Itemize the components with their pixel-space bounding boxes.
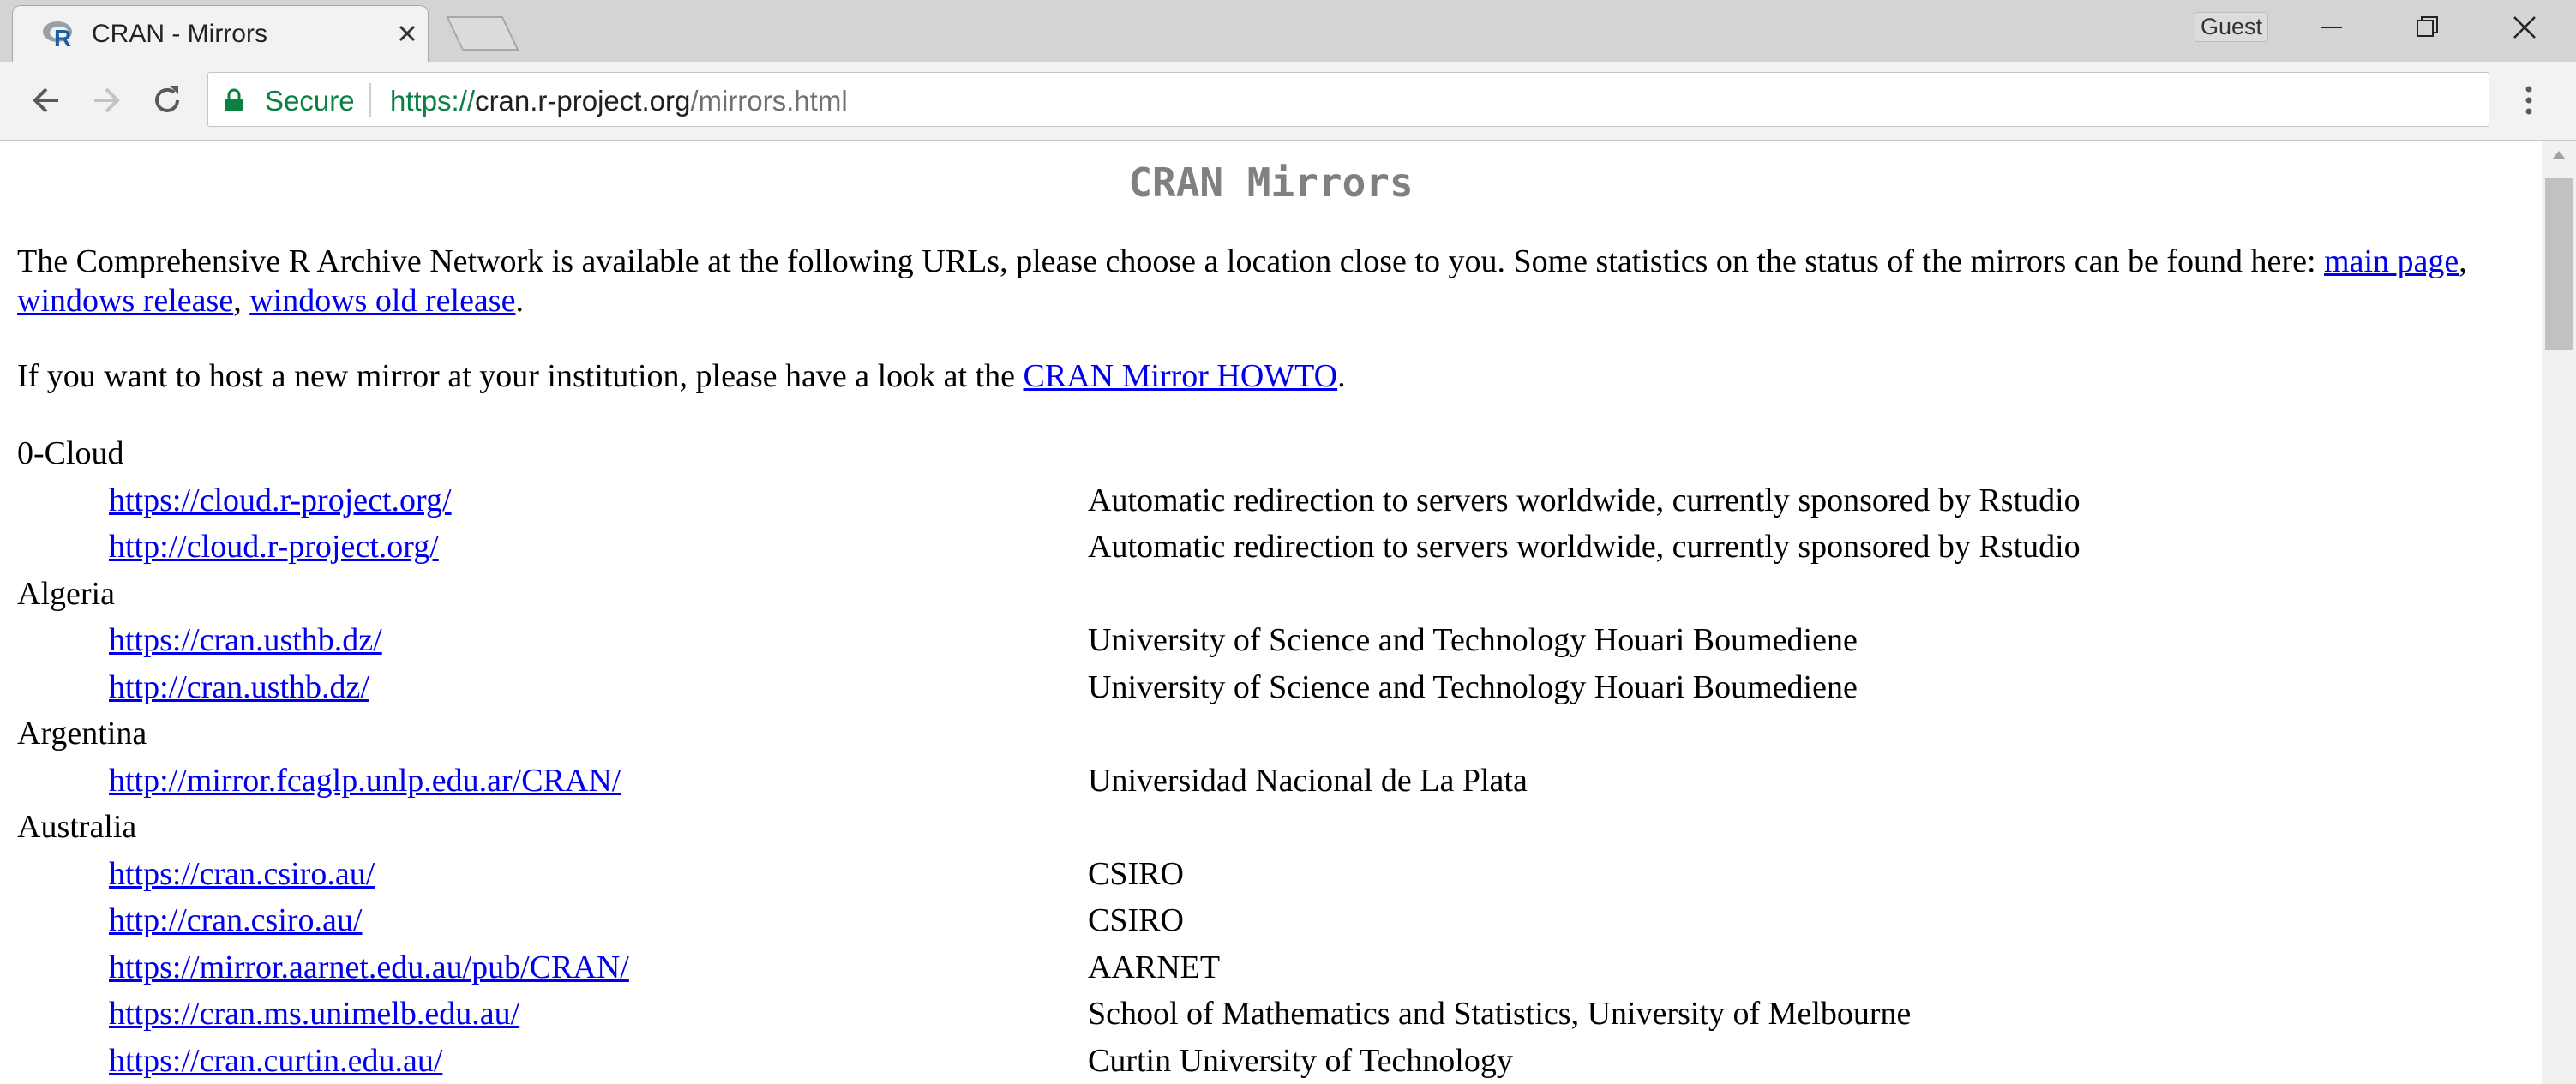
mirror-url-link[interactable]: http://cran.csiro.au/ bbox=[109, 897, 362, 944]
mirror-description: CSIRO bbox=[1088, 902, 1184, 938]
minimize-icon[interactable] bbox=[2315, 10, 2349, 45]
country-heading: 0-Cloud bbox=[17, 435, 124, 471]
mirror-row: https://cloud.r-project.org/ Automatic r… bbox=[17, 477, 2529, 524]
mirror-description: Automatic redirection to servers worldwi… bbox=[1088, 529, 2081, 565]
country-heading: Algeria bbox=[17, 575, 115, 612]
address-bar[interactable]: Secure https://cran.r-project.org/mirror… bbox=[207, 72, 2489, 127]
mirror-description: University of Science and Technology Hou… bbox=[1088, 622, 1858, 658]
url-path: /mirrors.html bbox=[690, 85, 848, 117]
howto-paragraph: If you want to host a new mirror at your… bbox=[17, 356, 2529, 396]
main-page-link[interactable]: main page bbox=[2324, 243, 2459, 279]
mirror-row: https://cran.curtin.edu.au/ Curtin Unive… bbox=[17, 1038, 2529, 1084]
close-tab-icon[interactable] bbox=[395, 21, 419, 45]
mirror-row: http://cran.usthb.dz/ University of Scie… bbox=[17, 664, 2529, 711]
reload-icon[interactable] bbox=[147, 81, 187, 120]
scroll-up-arrow-icon[interactable] bbox=[2550, 147, 2567, 161]
svg-text:R: R bbox=[54, 25, 71, 49]
url-host: cran.r-project.org bbox=[475, 85, 691, 117]
mirror-url-link[interactable]: https://cran.csiro.au/ bbox=[109, 851, 375, 898]
mirror-url-link[interactable]: https://cran.curtin.edu.au/ bbox=[109, 1038, 442, 1084]
mirror-url-link[interactable]: https://cran.usthb.dz/ bbox=[109, 617, 382, 664]
restore-icon[interactable] bbox=[2411, 10, 2445, 45]
mirror-description: University of Science and Technology Hou… bbox=[1088, 668, 1858, 705]
close-window-icon[interactable] bbox=[2507, 10, 2542, 45]
mirror-description: Automatic redirection to servers worldwi… bbox=[1088, 482, 2081, 518]
mirror-url-link[interactable]: http://cloud.r-project.org/ bbox=[109, 524, 439, 571]
intro-end: . bbox=[515, 283, 524, 319]
mirror-howto-link[interactable]: CRAN Mirror HOWTO bbox=[1024, 358, 1338, 394]
intro-separator: , bbox=[2459, 243, 2467, 279]
mirror-row: http://cran.csiro.au/ CSIRO bbox=[17, 897, 2529, 944]
vertical-scrollbar[interactable] bbox=[2542, 141, 2576, 1084]
mirror-description: Universidad Nacional de La Plata bbox=[1088, 762, 1528, 799]
page-title: CRAN Mirrors bbox=[1128, 159, 1414, 206]
intro-separator: , bbox=[233, 283, 250, 319]
url-scheme: https:// bbox=[390, 85, 476, 117]
howto-text: If you want to host a new mirror at your… bbox=[17, 358, 1024, 394]
mirror-row: http://cloud.r-project.org/ Automatic re… bbox=[17, 524, 2529, 571]
address-separator bbox=[369, 83, 371, 117]
lock-icon bbox=[225, 88, 243, 111]
back-arrow-icon[interactable] bbox=[27, 81, 67, 120]
mirror-url-link[interactable]: https://mirror.aarnet.edu.au/pub/CRAN/ bbox=[109, 944, 629, 991]
country-heading: Argentina bbox=[17, 716, 147, 752]
browser-toolbar: Secure https://cran.r-project.org/mirror… bbox=[0, 62, 2576, 141]
mirror-description: School of Mathematics and Statistics, Un… bbox=[1088, 996, 1912, 1032]
scrollbar-thumb[interactable] bbox=[2545, 178, 2573, 350]
mirror-url-link[interactable]: https://cloud.r-project.org/ bbox=[109, 477, 452, 524]
title-bar: R CRAN - Mirrors Guest bbox=[0, 0, 2576, 62]
profile-button[interactable]: Guest bbox=[2195, 12, 2269, 42]
mirror-description: Curtin University of Technology bbox=[1088, 1042, 1513, 1079]
country-heading: Australia bbox=[17, 809, 137, 845]
secure-label: Secure bbox=[265, 85, 355, 117]
mirror-row: http://mirror.fcaglp.unlp.edu.ar/CRAN/ U… bbox=[17, 758, 2529, 805]
windows-old-release-link[interactable]: windows old release bbox=[249, 283, 515, 319]
mirror-description: AARNET bbox=[1088, 949, 1221, 985]
mirror-url-link[interactable]: http://cran.usthb.dz/ bbox=[109, 664, 369, 711]
howto-end: . bbox=[1337, 358, 1346, 394]
forward-arrow-icon[interactable] bbox=[86, 81, 125, 120]
browser-tab[interactable]: R CRAN - Mirrors bbox=[12, 5, 429, 62]
url-text[interactable]: https://cran.r-project.org/mirrors.html bbox=[390, 85, 848, 117]
mirror-row: https://cran.ms.unimelb.edu.au/ School o… bbox=[17, 991, 2529, 1038]
intro-paragraph: The Comprehensive R Archive Network is a… bbox=[17, 242, 2529, 320]
tab-title: CRAN - Mirrors bbox=[92, 20, 267, 48]
intro-text: The Comprehensive R Archive Network is a… bbox=[17, 243, 2325, 279]
mirror-list: 0-Cloud https://cloud.r-project.org/ Aut… bbox=[17, 430, 2529, 1084]
mirror-url-link[interactable]: https://cran.ms.unimelb.edu.au/ bbox=[109, 991, 519, 1038]
new-tab-button[interactable] bbox=[446, 15, 519, 51]
r-logo-icon: R bbox=[43, 21, 72, 49]
windows-release-link[interactable]: windows release bbox=[17, 283, 233, 319]
mirror-row: https://cran.csiro.au/ CSIRO bbox=[17, 851, 2529, 898]
mirror-row: https://cran.usthb.dz/ University of Sci… bbox=[17, 617, 2529, 664]
mirror-description: CSIRO bbox=[1088, 855, 1184, 892]
mirror-url-link[interactable]: http://mirror.fcaglp.unlp.edu.ar/CRAN/ bbox=[109, 758, 621, 805]
kebab-menu-icon[interactable] bbox=[2517, 81, 2541, 120]
mirror-row: https://mirror.aarnet.edu.au/pub/CRAN/ A… bbox=[17, 944, 2529, 991]
page-viewport: CRAN Mirrors The Comprehensive R Archive… bbox=[0, 141, 2542, 1084]
